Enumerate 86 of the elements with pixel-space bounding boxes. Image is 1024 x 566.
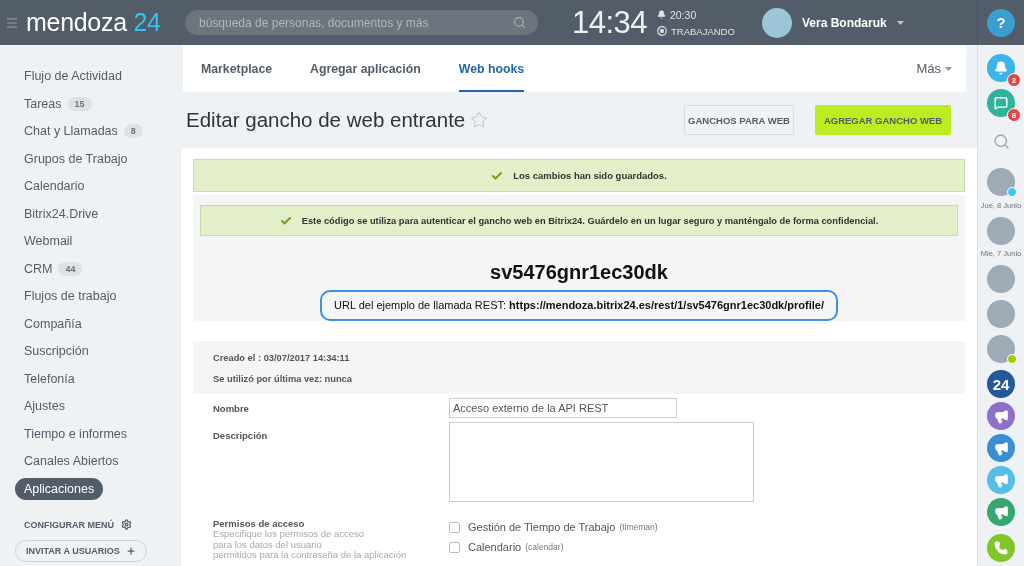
sidebar-item[interactable]: Flujo de Actividad bbox=[15, 65, 131, 87]
tab[interactable]: Marketplace bbox=[201, 45, 273, 92]
megaphone-icon bbox=[993, 408, 1009, 424]
logo[interactable]: mendoza 24 bbox=[26, 8, 161, 37]
megaphone-icon bbox=[993, 472, 1009, 488]
avatar-placeholder[interactable] bbox=[987, 335, 1015, 363]
call-button[interactable] bbox=[987, 534, 1015, 562]
caret-icon bbox=[945, 66, 952, 71]
megaphone-icon bbox=[993, 504, 1009, 520]
sidebar-item[interactable]: Calendario bbox=[15, 175, 94, 197]
sidebar-item[interactable]: Bitrix24.Drive bbox=[15, 202, 108, 225]
field-label: Permisos de acceso bbox=[213, 518, 306, 529]
alert-text: Este código se utiliza para autenticar el gancho web en Bitrix24. Guárdelo en un lugar seguro y manténgalo de forma confidencial. bbox=[301, 215, 879, 226]
sidebar-item[interactable]: Compañía bbox=[15, 312, 91, 335]
menu-icon[interactable] bbox=[5, 15, 19, 30]
search-icon[interactable] bbox=[513, 16, 526, 29]
avatar-placeholder[interactable] bbox=[987, 216, 1015, 245]
sidebar-item[interactable]: Webmail bbox=[15, 230, 82, 252]
channel-button[interactable] bbox=[987, 402, 1015, 430]
tab[interactable]: Web hooks bbox=[458, 45, 525, 92]
plus-icon bbox=[125, 546, 136, 556]
megaphone-icon bbox=[993, 440, 1009, 456]
avatar-placeholder[interactable] bbox=[987, 168, 1015, 196]
info-text: Creado el : 03/07/2017 14:34:11 bbox=[213, 352, 351, 365]
bell-icon bbox=[994, 61, 1008, 75]
channel-button[interactable] bbox=[987, 498, 1015, 526]
phone-icon bbox=[994, 541, 1008, 555]
option-label[interactable]: Calendario bbox=[468, 541, 522, 553]
sidebar-item[interactable]: Tareas 15 bbox=[15, 92, 101, 115]
sidebar-item[interactable]: Aplicaciones bbox=[15, 477, 104, 500]
avatar-placeholder[interactable] bbox=[987, 265, 1015, 293]
user-name[interactable]: Vera Bondaruk bbox=[802, 15, 887, 30]
notifications-button[interactable] bbox=[987, 54, 1015, 82]
configure-menu-button[interactable]: CONFIGURAR MENÚ bbox=[24, 519, 132, 530]
settings-icon bbox=[121, 519, 132, 530]
checkbox[interactable] bbox=[449, 521, 460, 533]
stop-circle-icon bbox=[657, 26, 667, 36]
checkbox[interactable] bbox=[449, 541, 460, 553]
sidebar-item[interactable]: Grupos de Trabajo bbox=[15, 147, 137, 170]
input-field[interactable]: Acceso externo de la API REST bbox=[449, 398, 677, 418]
search-icon[interactable] bbox=[992, 133, 1010, 150]
bell-icon bbox=[657, 10, 666, 19]
page-title: Editar gancho de web entrante bbox=[186, 108, 466, 132]
sidebar-item[interactable]: Canales Abiertos bbox=[15, 450, 128, 472]
webhooks-button[interactable]: GANCHOS PARA WEB bbox=[684, 105, 794, 135]
sidebar-item[interactable]: Suscripción bbox=[15, 340, 98, 362]
channel-button[interactable] bbox=[987, 466, 1015, 494]
info-text: Se utilizó por última vez: nunca bbox=[213, 373, 353, 386]
scope-label: (calendar) bbox=[525, 542, 564, 552]
field-label: Nombre bbox=[212, 402, 250, 414]
clock-text: 14:34 bbox=[572, 4, 649, 41]
option-label[interactable]: Gestión de Tiempo de Trabajo bbox=[468, 521, 616, 533]
caret-icon bbox=[896, 20, 904, 25]
more-button[interactable]: Más bbox=[916, 45, 952, 92]
check-icon bbox=[491, 169, 504, 182]
count-badge: 2 bbox=[1007, 73, 1021, 87]
search-field[interactable]: búsqueda de personas, documentos y más bbox=[185, 10, 538, 35]
avatar-placeholder[interactable] bbox=[987, 300, 1015, 328]
hint-text: Especifique los permisos de acceso para los datos del usuario permitidos para la contraseña de la aplicación bbox=[213, 529, 408, 561]
count-badge: 44 bbox=[58, 261, 83, 276]
count-badge: 8 bbox=[1007, 108, 1021, 122]
sidebar-item[interactable]: CRM 44 bbox=[15, 257, 92, 280]
tab[interactable]: Agregar aplicación bbox=[310, 45, 421, 92]
add-webhook-button[interactable]: AGREGAR GANCHO WEB bbox=[815, 105, 951, 135]
url-example: URL del ejemplo de llamada REST: https://mendoza.bitrix24.es/rest/1/sv5476gnr1ec30dk/profile/ bbox=[320, 290, 838, 321]
alert-text: Los cambios han sido guardados. bbox=[513, 170, 667, 181]
sidebar-item[interactable]: Ajustes bbox=[15, 395, 74, 417]
avatar-placeholder[interactable] bbox=[762, 7, 792, 38]
webhook-code: sv5476gnr1ec30dk bbox=[490, 260, 668, 284]
textarea-field[interactable] bbox=[449, 422, 754, 502]
messages-button[interactable] bbox=[987, 89, 1015, 117]
chat-bubble-icon bbox=[994, 96, 1008, 110]
sidebar-item[interactable]: Tiempo e informes bbox=[15, 422, 137, 445]
sidebar-item[interactable]: Chat y Llamadas 8 bbox=[15, 120, 152, 142]
count-badge: 15 bbox=[67, 96, 92, 111]
sidebar-item[interactable]: Telefonía bbox=[15, 367, 84, 390]
sidebar-item[interactable]: Flujos de trabajo bbox=[15, 285, 126, 307]
scope-label: (timeman) bbox=[619, 522, 658, 532]
check-icon bbox=[279, 214, 292, 227]
channel-button[interactable]: 24 bbox=[987, 370, 1015, 398]
count-badge: 8 bbox=[123, 124, 143, 138]
work-status[interactable]: TRABAJANDO bbox=[671, 25, 735, 37]
field-label: Descripción bbox=[212, 429, 269, 441]
alarm-time: 20:30 bbox=[670, 8, 697, 21]
star-icon[interactable] bbox=[470, 111, 489, 129]
channel-button[interactable] bbox=[987, 434, 1015, 462]
